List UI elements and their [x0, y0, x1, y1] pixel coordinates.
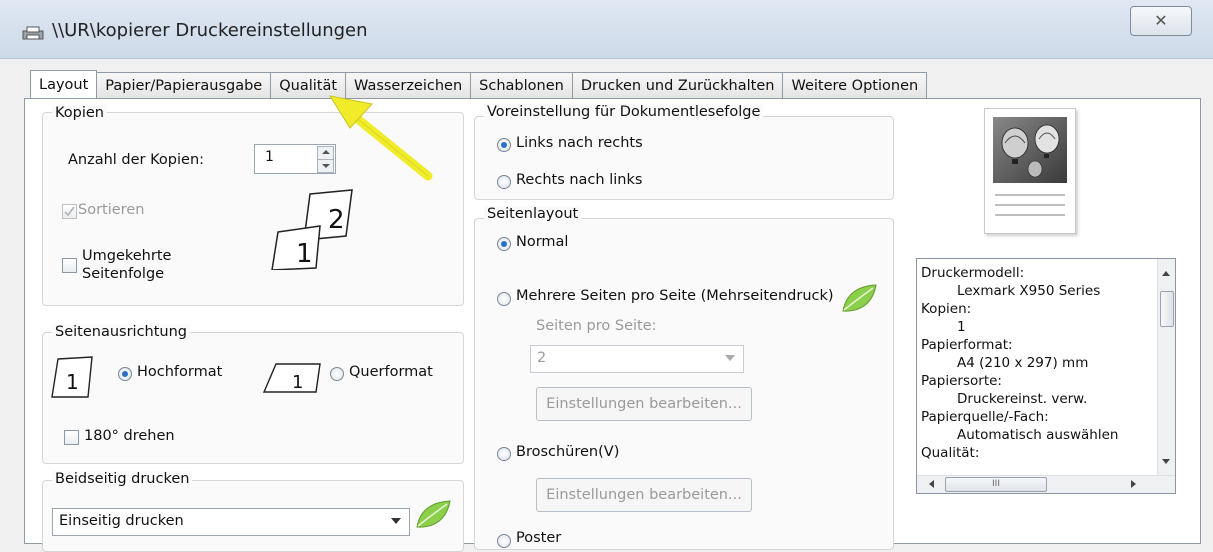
landscape-icon-number: 1: [292, 372, 303, 393]
pages-per-sheet-label: Seiten pro Seite:: [536, 318, 657, 334]
annotation-arrow-icon: [328, 95, 433, 181]
layout-booklet-label: Broschüren(V): [516, 444, 620, 460]
copies-group-label: Kopien: [52, 105, 108, 121]
preview-balloon-image: [993, 117, 1067, 216]
tab-layout[interactable]: Layout: [30, 70, 98, 99]
collated-pages-icon: 2 1: [271, 189, 353, 270]
info-line: A4 (210 x 297) mm: [957, 355, 1089, 371]
page-preview: [984, 108, 1076, 234]
duplex-select[interactable]: Einseitig drucken: [52, 508, 410, 536]
portrait-icon: 1: [51, 356, 93, 398]
scroll-thumb[interactable]: [1160, 291, 1174, 327]
scroll-left-icon[interactable]: [929, 480, 934, 488]
tab-strip: Layout Papier/Papierausgabe Qualität Was…: [30, 70, 928, 100]
pages-per-sheet-select[interactable]: 2: [530, 345, 744, 373]
info-line: Qualität:: [921, 445, 980, 459]
window-title: \\UR\kopierer Druckereinstellungen: [52, 20, 368, 41]
page-number-front: 1: [296, 239, 313, 269]
layout-normal-radio[interactable]: [497, 237, 511, 251]
collate-label: Sortieren: [78, 202, 145, 218]
info-line: Kopien:: [921, 301, 972, 317]
layout-multi-radio[interactable]: [497, 292, 511, 306]
edit-booklet-settings-button[interactable]: Einstellungen bearbeiten...: [536, 478, 752, 512]
scroll-up-icon[interactable]: [1162, 271, 1170, 276]
tab-templates[interactable]: Schablonen: [471, 72, 573, 100]
close-button[interactable]: ✕: [1130, 6, 1192, 36]
horizontal-scrollbar[interactable]: III: [917, 475, 1175, 493]
layout-poster-label: Poster: [516, 530, 562, 546]
page-number-back: 2: [328, 205, 345, 235]
copies-count-label: Anzahl der Kopien:: [68, 152, 205, 168]
duplex-select-value: Einseitig drucken: [59, 513, 184, 529]
pages-per-sheet-value: 2: [537, 350, 547, 366]
layout-poster-radio[interactable]: [497, 534, 511, 548]
reverse-order-label-line1: Umgekehrte: [82, 248, 172, 264]
info-line: 1: [957, 319, 966, 335]
info-line: Papierformat:: [921, 337, 1013, 353]
left-to-right-radio[interactable]: [497, 138, 511, 152]
tab-more-options[interactable]: Weitere Optionen: [783, 72, 928, 100]
vertical-scrollbar[interactable]: [1157, 259, 1175, 477]
page-layout-group-label: Seitenlayout: [484, 206, 582, 222]
reverse-order-label: Umgekehrte Seitenfolge: [82, 247, 171, 283]
printer-summary-box[interactable]: Druckermodell: Lexmark X950 Series Kopie…: [916, 258, 1176, 494]
eco-leaf-icon: [842, 284, 877, 312]
collate-checkbox[interactable]: [62, 204, 77, 219]
tab-print-and-hold[interactable]: Drucken und Zurückhalten: [572, 72, 784, 100]
info-line: Druckereinst. verw.: [957, 391, 1088, 407]
reverse-order-checkbox[interactable]: [62, 258, 77, 273]
hscroll-thumb[interactable]: III: [945, 477, 1047, 492]
info-line: Papiersorte:: [921, 373, 1002, 389]
layout-multi-label: Mehrere Seiten pro Seite (Mehrseitendruc…: [516, 288, 834, 304]
landscape-label: Querformat: [349, 364, 433, 380]
scroll-right-icon[interactable]: [1131, 480, 1136, 488]
chevron-down-icon: [725, 355, 735, 361]
duplex-group-label: Beidseitig drucken: [52, 471, 193, 487]
info-line: Papierquelle/-Fach:: [921, 409, 1049, 425]
scroll-down-icon[interactable]: [1162, 459, 1170, 464]
left-to-right-label: Links nach rechts: [516, 135, 643, 151]
copies-count-value: 1: [265, 149, 274, 165]
rotate-180-label: 180° drehen: [84, 428, 175, 444]
edit-multipage-settings-button[interactable]: Einstellungen bearbeiten...: [536, 387, 752, 421]
right-to-left-label: Rechts nach links: [516, 172, 643, 188]
info-line: Druckermodell:: [921, 265, 1025, 281]
layout-normal-label: Normal: [516, 234, 569, 250]
tab-paper[interactable]: Papier/Papierausgabe: [97, 72, 272, 100]
title-bar: \\UR\kopierer Druckereinstellungen ✕: [0, 0, 1213, 59]
printer-icon: [22, 26, 44, 40]
landscape-radio[interactable]: [330, 367, 344, 381]
info-line: Lexmark X950 Series: [957, 283, 1101, 299]
eco-leaf-icon: [416, 500, 451, 528]
info-line: Automatisch auswählen: [957, 427, 1119, 443]
orientation-group-label: Seitenausrichtung: [52, 324, 191, 340]
portrait-label: Hochformat: [137, 364, 223, 380]
orientation-group: [42, 332, 464, 464]
reverse-order-label-line2: Seitenfolge: [82, 266, 165, 282]
reading-order-group-label: Voreinstellung für Dokumentlesefolge: [484, 104, 764, 120]
portrait-icon-number: 1: [66, 370, 79, 394]
chevron-down-icon: [391, 518, 401, 524]
rotate-180-checkbox[interactable]: [64, 430, 79, 445]
landscape-icon: 1: [262, 363, 321, 393]
right-to-left-radio[interactable]: [497, 175, 511, 189]
layout-booklet-radio[interactable]: [497, 447, 511, 461]
portrait-radio[interactable]: [118, 367, 132, 381]
